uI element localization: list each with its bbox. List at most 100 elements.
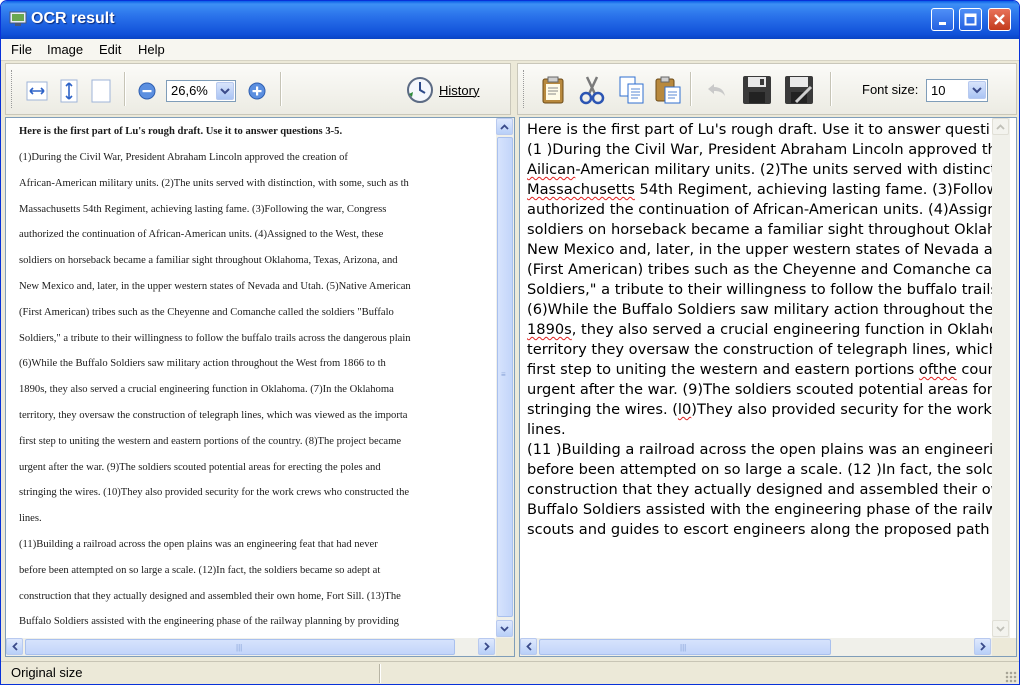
original-size-icon [91,79,111,103]
toolbar-separator [830,72,832,106]
fit-width-icon [26,81,48,101]
save-as-button[interactable] [782,73,816,107]
undo-icon [708,84,725,96]
zoom-in-icon [248,82,266,100]
image-horizontal-scrollbar[interactable]: ||| [6,638,496,656]
scroll-right-button[interactable] [974,638,991,655]
ocr-line: soldiers on horseback became a familiar … [527,220,992,240]
menu-edit[interactable]: Edit [99,42,121,57]
scroll-up-button[interactable] [496,118,513,135]
save-button[interactable] [740,73,774,107]
original-size-button[interactable] [88,78,114,104]
ocr-line: stringing the wires. (l0)They also provi… [527,400,992,420]
toolbar-grip[interactable] [523,70,526,108]
toolbar-separator [690,72,692,106]
toolbar-separator [280,72,282,106]
close-button[interactable] [988,8,1011,31]
ocr-text-segment: lines. [527,421,566,438]
ocr-text-segment: (First American) tribes such as the Chey… [527,261,992,278]
misspelled-word: Ailican [527,161,576,178]
zoom-select[interactable]: 26,6% [166,80,236,102]
history-button[interactable]: History [406,76,488,104]
resize-grip[interactable] [1005,671,1017,683]
text-horizontal-scrollbar[interactable]: ||| [520,638,992,656]
scan-line: African-American military units. (2)The … [19,177,409,189]
scan-line: Soldiers," a tribute to their willingnes… [19,332,411,344]
scan-line: (1)During the Civil War, President Abrah… [19,152,348,163]
title-bar[interactable]: OCR result [1,1,1019,39]
status-text: Original size [11,665,83,680]
paste-button[interactable] [652,74,684,106]
maximize-icon [964,13,977,26]
ocr-text-segment: scouts and guides to escort engineers al… [527,521,992,538]
text-vertical-scrollbar[interactable] [992,118,1010,638]
chevron-left-icon [525,642,532,651]
scroll-down-button[interactable] [992,620,1009,637]
scroll-left-button[interactable] [520,638,537,655]
ocr-text-segment: Soldiers," a tribute to their willingnes… [527,281,992,298]
ocr-line: scouts and guides to escort engineers al… [527,520,992,540]
scan-line: first step to uniting the western and ea… [19,435,402,447]
clipboard-copy-button[interactable] [538,74,568,106]
scanned-image: Here is the first part of Lu's rough dra… [6,118,496,638]
ocr-text[interactable]: Here is the first part of Lu's rough dra… [527,120,992,540]
scan-line: (11)Building a railroad across the open … [19,539,378,550]
ocr-text-segment: 54th Regiment, achieving lasting fame. (… [634,181,992,198]
scan-line: construction that they actually designed… [19,590,401,602]
menu-image[interactable]: Image [47,42,83,57]
zoom-dropdown-button[interactable] [216,82,234,100]
paste-icon [655,76,681,104]
scroll-right-button[interactable] [478,638,495,655]
fit-height-button[interactable] [56,78,82,104]
chevron-right-icon [483,642,490,651]
ocr-line: authorized the continuation of African-A… [527,200,992,220]
scan-line: Buffalo Soldiers assisted with the engin… [19,616,399,628]
ocr-text-segment: (6)While the Buffalo Soldiers saw milita… [527,301,992,318]
fit-width-button[interactable] [24,78,50,104]
font-size-dropdown-button[interactable] [968,81,986,99]
zoom-out-icon [138,82,156,100]
zoom-in-button[interactable] [246,80,268,102]
toolbar-separator [124,72,126,106]
scan-line: soldiers on horseback became a familiar … [19,255,398,267]
copy-button[interactable] [616,74,648,106]
menu-file[interactable]: File [11,42,32,57]
scroll-thumb[interactable]: ||| [539,639,831,655]
ocr-text-segment: New Mexico and, later, in the upper west… [527,241,992,258]
scroll-corner [496,638,514,656]
menu-help[interactable]: Help [138,42,165,57]
scroll-up-button[interactable] [992,118,1009,135]
zoom-out-button[interactable] [136,80,158,102]
scan-line: New Mexico and, later, in the upper west… [19,281,411,292]
scroll-thumb[interactable]: ||| [25,639,455,655]
image-vertical-scrollbar[interactable]: ≡ [496,118,514,638]
ocr-line: first step to uniting the western and ea… [527,360,992,380]
toolbar-grip[interactable] [11,70,14,108]
scan-line: Massachusetts 54th Regiment, achieving l… [19,203,387,215]
scroll-down-button[interactable] [496,620,513,637]
font-size-select[interactable]: 10 [926,79,988,102]
app-icon [9,11,27,26]
ocr-text-segment: Buffalo Soldiers assisted with the engin… [527,501,992,518]
ocr-text-segment: authorized the continuation of African-A… [527,201,992,218]
ocr-text-segment: )They also provided security for the wor… [691,401,992,418]
scroll-left-button[interactable] [6,638,23,655]
ocr-line: (11 )Building a railroad across the open… [527,440,992,460]
ocr-line: Massachusetts 54th Regiment, achieving l… [527,180,992,200]
ocr-line: territory they oversaw the construction … [527,340,992,360]
window-title: OCR result [31,10,115,27]
scroll-thumb[interactable]: ≡ [497,137,513,617]
misspelled-word: Massachusetts [527,181,635,198]
scan-heading: Here is the first part of Lu's rough dra… [19,126,343,137]
chevron-down-icon [996,625,1005,632]
ocr-text-editor[interactable]: Here is the first part of Lu's rough dra… [520,118,992,638]
ocr-line: (First American) tribes such as the Chey… [527,260,992,280]
minimize-button[interactable] [931,8,954,31]
scan-line: before been attempted on so large a scal… [19,564,381,576]
ocr-result-window: OCR result File Image Edit Help 26,6% Hi… [0,0,1020,685]
zoom-value: 26,6% [171,83,208,98]
maximize-button[interactable] [959,8,982,31]
cut-button[interactable] [576,74,608,106]
ocr-text-segment: territory they oversaw the construction … [527,341,992,358]
undo-button[interactable] [702,76,732,104]
